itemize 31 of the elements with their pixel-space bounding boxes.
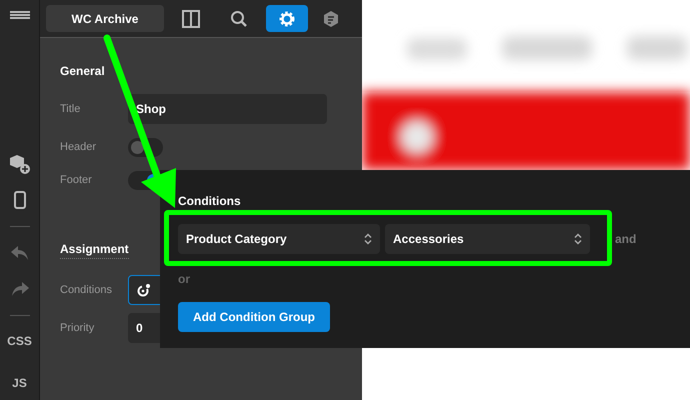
toolbar-tab[interactable]: [266, 5, 308, 32]
field-label: Priority: [60, 320, 96, 336]
columns-icon: [182, 10, 200, 28]
text-field[interactable]: Shop: [128, 94, 327, 124]
template-button[interactable]: WC Archive: [46, 5, 164, 32]
redo-icon: [10, 282, 28, 296]
target-icon: [137, 283, 151, 297]
field-label: Footer: [60, 173, 93, 188]
field-label: Conditions: [60, 282, 113, 298]
condition-select[interactable]: Product Category: [178, 224, 380, 254]
add-condition-group-button[interactable]: Add Condition Group: [178, 302, 330, 332]
sort-icon: [574, 233, 582, 245]
code-button[interactable]: JS: [12, 374, 27, 392]
notes-icon: [322, 10, 340, 28]
settings-icon: [278, 10, 296, 28]
condition-select[interactable]: Accessories: [385, 224, 590, 254]
and-label: and: [615, 231, 636, 248]
tablet-icon: [14, 191, 26, 209]
code-button[interactable]: CSS: [7, 332, 32, 350]
search-icon: [230, 10, 248, 28]
section-heading: Assignment: [60, 240, 129, 259]
or-label: or: [178, 271, 191, 288]
undo-icon: [10, 246, 28, 260]
cube-plus-icon: [8, 154, 30, 174]
rail-button[interactable]: [8, 154, 32, 174]
menu-icon[interactable]: [10, 8, 30, 22]
popup-title: Conditions: [178, 193, 242, 210]
sort-icon: [364, 233, 372, 245]
section-heading: General: [60, 63, 106, 80]
field-label: Header: [60, 140, 98, 156]
field-label: Title: [60, 102, 82, 117]
